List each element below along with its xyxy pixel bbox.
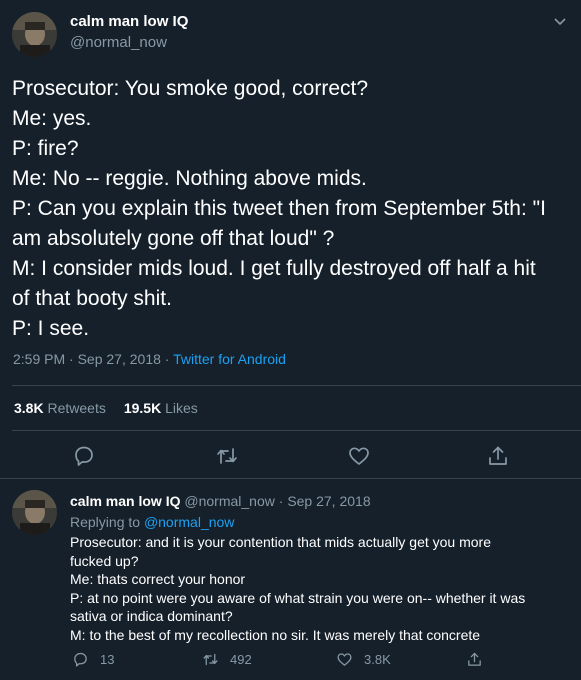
tweet-time[interactable]: 2:59 PM (13, 351, 65, 367)
tweet-line: P: I see. (12, 317, 90, 340)
avatar-image (12, 490, 57, 535)
tweet-actions (0, 444, 581, 472)
reply-count: 13 (100, 652, 115, 667)
divider (12, 385, 581, 386)
tweet-source-link[interactable]: Twitter for Android (173, 351, 286, 367)
reply-line: P: at no point were you aware of what st… (70, 589, 526, 606)
reply-line: M: to the best of my recollection no sir… (70, 626, 481, 643)
reply-share-button[interactable] (466, 651, 494, 668)
divider (12, 430, 581, 431)
tweet-text: Prosecutor: You smoke good, correct? Me:… (12, 74, 572, 344)
reply-text: Prosecutor: and it is your contention th… (70, 533, 570, 644)
reply-line: sativa or indica dominant? (70, 608, 233, 624)
retweets-stat[interactable]: 3.8K Retweets (14, 400, 106, 416)
avatar[interactable] (12, 490, 57, 535)
retweets-count: 3.8K (14, 400, 44, 416)
retweets-label: Retweets (47, 400, 106, 416)
retweet-count: 492 (230, 652, 252, 667)
retweet-icon (203, 653, 218, 666)
reply-retweet-button[interactable]: 492 (202, 651, 252, 668)
avatar[interactable] (12, 12, 57, 57)
meta-separator: · (69, 351, 74, 367)
reply-author-name[interactable]: calm man low IQ (70, 493, 180, 509)
tweet-line: Me: No -- reggie. Nothing above mids. (12, 167, 367, 190)
reply-date[interactable]: Sep 27, 2018 (287, 493, 370, 509)
like-icon[interactable] (347, 444, 371, 468)
reply-icon (74, 652, 87, 667)
likes-stat[interactable]: 19.5K Likes (124, 400, 198, 416)
reply-line: Prosecutor: and it is your contention th… (70, 534, 491, 550)
author-name[interactable]: calm man low IQ (70, 13, 188, 30)
tweet-line: of that booty shit. (12, 287, 172, 310)
reply-reply-button[interactable]: 13 (72, 651, 114, 668)
tweet-date[interactable]: Sep 27, 2018 (78, 351, 161, 367)
reply-icon[interactable] (72, 444, 96, 468)
chevron-down-icon[interactable] (553, 14, 567, 28)
share-icon (468, 652, 481, 666)
reply-tweet[interactable]: calm man low IQ @normal_now · Sep 27, 20… (0, 479, 581, 680)
reply-actions: 13 492 3.8K (0, 651, 581, 673)
like-count: 3.8K (364, 652, 391, 667)
reply-header: calm man low IQ @normal_now · Sep 27, 20… (70, 493, 371, 509)
share-icon[interactable] (486, 444, 510, 468)
replying-to-label: Replying to (70, 514, 141, 530)
main-tweet: calm man low IQ @normal_now Prosecutor: … (0, 0, 581, 478)
meta-separator: · (164, 351, 170, 367)
tweet-line: am absolutely gone off that loud" ? (12, 227, 335, 250)
retweet-icon[interactable] (215, 444, 239, 468)
tweet-line: Prosecutor: You smoke good, correct? (12, 77, 369, 100)
reply-like-button[interactable]: 3.8K (336, 651, 391, 668)
avatar-image (12, 12, 57, 57)
tweet-stats: 3.8K Retweets 19.5K Likes (14, 400, 198, 416)
replying-to: Replying to @normal_now (70, 514, 234, 530)
tweet-meta: 2:59 PM · Sep 27, 2018 · Twitter for And… (13, 351, 286, 367)
tweet-line: P: Can you explain this tweet then from … (12, 197, 546, 220)
meta-separator: · (278, 493, 284, 509)
likes-label: Likes (165, 400, 198, 416)
likes-count: 19.5K (123, 400, 162, 416)
author-handle[interactable]: @normal_now (70, 34, 167, 51)
tweet-line: Me: yes. (12, 107, 92, 130)
replying-to-link[interactable]: @normal_now (144, 514, 234, 530)
reply-author-handle[interactable]: @normal_now (184, 493, 274, 509)
tweet-line: P: fire? (12, 137, 79, 160)
like-icon (337, 653, 352, 666)
tweet-line: M: I consider mids loud. I get fully des… (12, 257, 536, 280)
reply-line: fucked up? (70, 552, 139, 569)
reply-line: Me: thats correct your honor (70, 571, 246, 587)
